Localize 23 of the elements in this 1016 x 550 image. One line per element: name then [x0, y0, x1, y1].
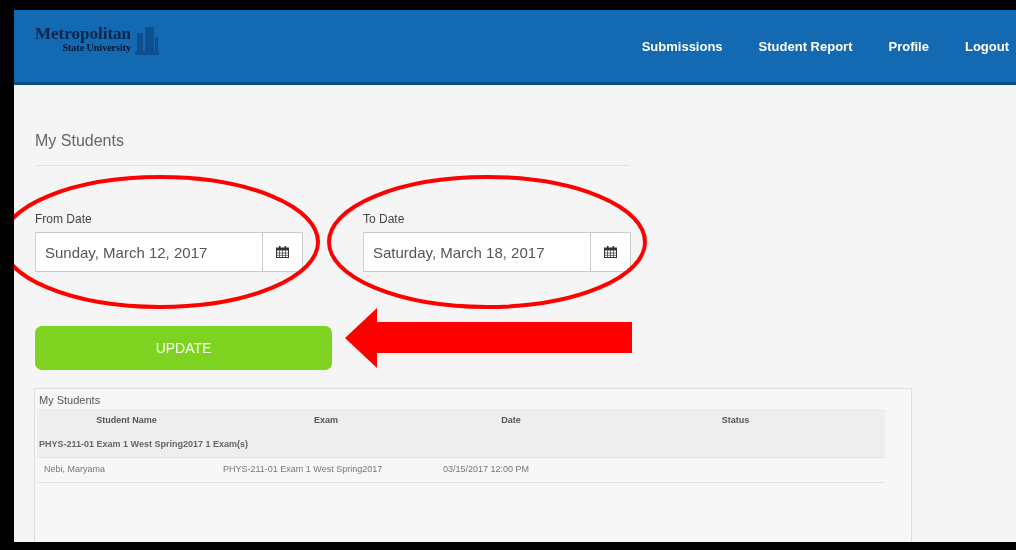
- building-icon: [135, 25, 159, 55]
- logo-subtitle: State University: [62, 43, 131, 53]
- group-row[interactable]: PHYS-211-01 Exam 1 West Spring2017 1 Exam(s): [37, 432, 885, 458]
- nav-link-item[interactable]: Submissions: [623, 37, 741, 57]
- field-label: To Date: [363, 211, 406, 228]
- nav-link-item[interactable]: Student Report: [740, 37, 871, 57]
- page-title: My Students: [35, 129, 630, 166]
- field-label: From Date: [35, 211, 93, 228]
- calendar-icon[interactable]: [276, 246, 289, 258]
- date-field[interactable]: Sunday, March 12, 2017: [35, 232, 303, 272]
- column-header: Student Name: [37, 408, 216, 433]
- panel-title: My Students: [38, 393, 102, 408]
- logo-text: Metropolitan: [35, 25, 131, 43]
- table-cell: 03/15/2017 12:00 PM: [436, 457, 586, 483]
- table-cell: Nebi, Maryama: [37, 457, 216, 483]
- calendar-icon[interactable]: [604, 246, 617, 258]
- nav-link-item[interactable]: Logout: [946, 37, 1016, 57]
- nav-link-item[interactable]: Profile: [870, 37, 947, 57]
- date-field[interactable]: Saturday, March 18, 2017: [363, 232, 631, 272]
- column-header: Date: [436, 408, 586, 433]
- column-header: Status: [586, 408, 885, 433]
- table-cell: PHYS-211-01 Exam 1 West Spring2017: [216, 457, 436, 483]
- column-header: Exam: [216, 408, 436, 433]
